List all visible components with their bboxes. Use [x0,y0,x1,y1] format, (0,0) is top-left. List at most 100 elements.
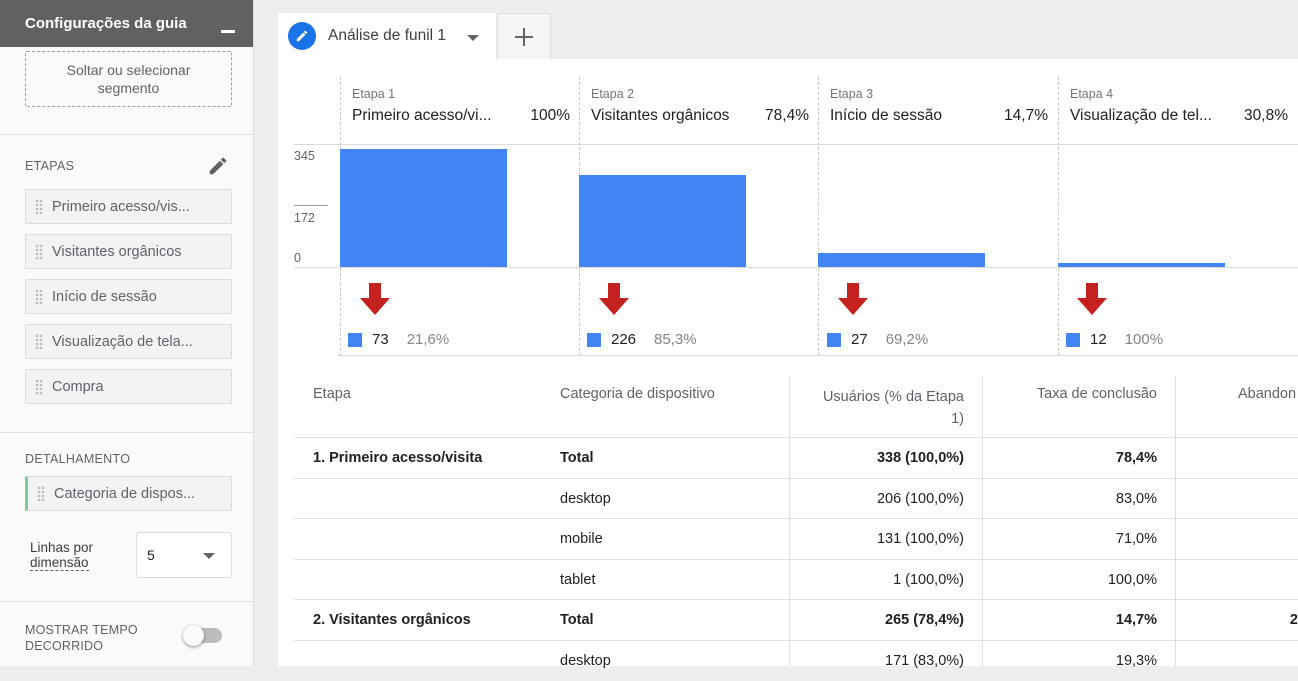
rows-label-line-1: Linhas por [30,540,94,555]
table-row[interactable]: 2. Visitantes orgânicos Total 265 (78,4%… [294,600,1298,641]
segment-drop-zone[interactable]: Soltar ou selecionar segmento [25,51,232,107]
cell-step: 1. Primeiro acesso/visita [313,450,483,466]
drag-handle-icon[interactable] [26,370,52,403]
cell-abandon [1175,438,1298,478]
step-chip-4[interactable]: Visualização de tela... [25,324,232,359]
rows-per-dimension-select[interactable]: 5 [136,532,232,578]
drop-off-percentage: 100% [1124,331,1164,348]
cell-step: 2. Visitantes orgânicos [313,612,471,628]
step-number: Etapa 1 [352,87,396,101]
table-row[interactable]: 1. Primeiro acesso/visita Total 338 (100… [294,438,1298,479]
drag-handle-icon[interactable] [28,477,54,510]
elapsed-label-line-1: MOSTRAR TEMPO [25,623,138,637]
drag-handle-icon[interactable] [26,235,52,268]
cell-device: Total [560,612,594,628]
step-chip-label: Primeiro acesso/vis... [52,198,190,215]
tab-settings-panel: Configurações da guia Soltar ou selecion… [0,0,254,666]
drop-off-count: 226 [611,331,637,348]
chevron-down-icon[interactable] [467,35,479,41]
step-number: Etapa 4 [1070,87,1114,101]
drop-arrow-icon [838,283,868,315]
elapsed-label-line-2: DECORRIDO [25,639,104,653]
step-chip-2[interactable]: Visitantes orgânicos [25,234,232,269]
divider [0,601,253,602]
drop-off-percentage: 69,2% [885,331,929,348]
plus-icon [515,27,533,46]
cell-device: tablet [560,571,596,588]
toggle-knob [183,625,204,646]
panel-title: Configurações da guia [25,15,187,32]
drop-arrow-icon [599,283,629,315]
step-number: Etapa 2 [591,87,635,101]
edit-steps-pencil-icon[interactable] [207,155,229,177]
table-row[interactable]: tablet 1 (100,0%) 100,0% [294,560,1298,600]
column-header-completion-rate[interactable]: Taxa de conclusão [994,376,1157,437]
drag-handle-icon[interactable] [26,190,52,223]
show-elapsed-time-toggle[interactable] [183,625,222,646]
table-row[interactable]: desktop 171 (83,0%) 19,3% [294,641,1298,681]
cell-device: desktop [560,653,611,669]
step-chip-5[interactable]: Compra [25,369,232,404]
funnel-bar[interactable] [340,149,507,267]
step-number: Etapa 3 [830,87,874,101]
divider [0,432,253,433]
cell-device: desktop [560,490,611,507]
pencil-icon [288,22,316,50]
funnel-bar[interactable] [579,175,746,267]
step-chip-label: Visualização de tela... [52,333,193,350]
y-tick-label: 345 [294,149,315,163]
tab-bar: Análise de funil 1 [278,0,1298,59]
drop-off-count: 27 [851,331,868,348]
drop-off-percentage: 85,3% [654,331,697,348]
step-chip-label: Início de sessão [52,288,157,305]
table-header-row: Etapa Categoria de dispositivo Usuários … [294,376,1298,438]
step-chip-3[interactable]: Início de sessão [25,279,232,314]
funnel-bar[interactable] [1058,263,1225,267]
column-header-users[interactable]: Usuários (% da Etapa 1) [794,376,964,437]
y-tick-label: 0 [294,251,301,265]
cell-users: 265 (78,4%) [885,612,964,628]
cell-device: Total [560,450,594,466]
cell-abandon: 2 [1289,612,1298,628]
rows-label-line-2: dimensão [30,555,89,571]
table-row[interactable]: desktop 206 (100,0%) 83,0% [294,479,1298,519]
cell-completion: 78,4% [1115,450,1157,466]
table-row[interactable]: mobile 131 (100,0%) 71,0% [294,519,1298,560]
step-title: Primeiro acesso/vi... [352,107,492,124]
tab-funnel-analysis[interactable]: Análise de funil 1 [278,13,496,59]
cell-abandon [1175,479,1298,518]
cell-abandon [1175,641,1298,681]
add-tab-button[interactable] [497,13,551,59]
panel-header: Configurações da guia [0,0,253,47]
legend-swatch [1066,332,1080,347]
drop-off-count: 12 [1090,331,1107,348]
drag-handle-icon[interactable] [26,280,52,313]
cell-users: 206 (100,0%) [876,490,964,507]
step-chip-label: Visitantes orgânicos [52,243,182,260]
step-title: Visualização de tel... [1070,107,1212,124]
funnel-bar[interactable] [818,253,985,267]
minimize-icon[interactable] [221,30,235,33]
step-chip-1[interactable]: Primeiro acesso/vis... [25,189,232,224]
steps-section-label: ETAPAS [25,159,75,173]
step-chip-label: Compra [52,378,104,395]
drop-off-count: 73 [372,331,389,348]
cell-abandon [1175,519,1298,559]
gutter [254,0,278,666]
drop-off-info[interactable]: 73 21,6% [348,331,449,348]
step-percentage: 100% [530,107,570,124]
column-header-device[interactable]: Categoria de dispositivo [560,376,715,437]
divider [0,134,253,135]
column-header-step[interactable]: Etapa [313,376,351,437]
drop-off-percentage: 21,6% [406,331,450,348]
drag-handle-icon[interactable] [26,325,52,358]
column-header-abandonment[interactable]: Abandon [1238,376,1296,437]
drop-off-info[interactable]: 12 100% [1066,331,1163,348]
cell-users: 338 (100,0%) [876,450,964,466]
step-percentage: 30,8% [1244,107,1288,124]
drop-off-info[interactable]: 226 85,3% [587,331,697,348]
breakdown-chip[interactable]: Categoria de dispos... [25,476,232,511]
y-tick-label: 172 [294,211,315,225]
drop-off-info[interactable]: 27 69,2% [827,331,928,348]
cell-completion: 14,7% [1115,612,1157,628]
